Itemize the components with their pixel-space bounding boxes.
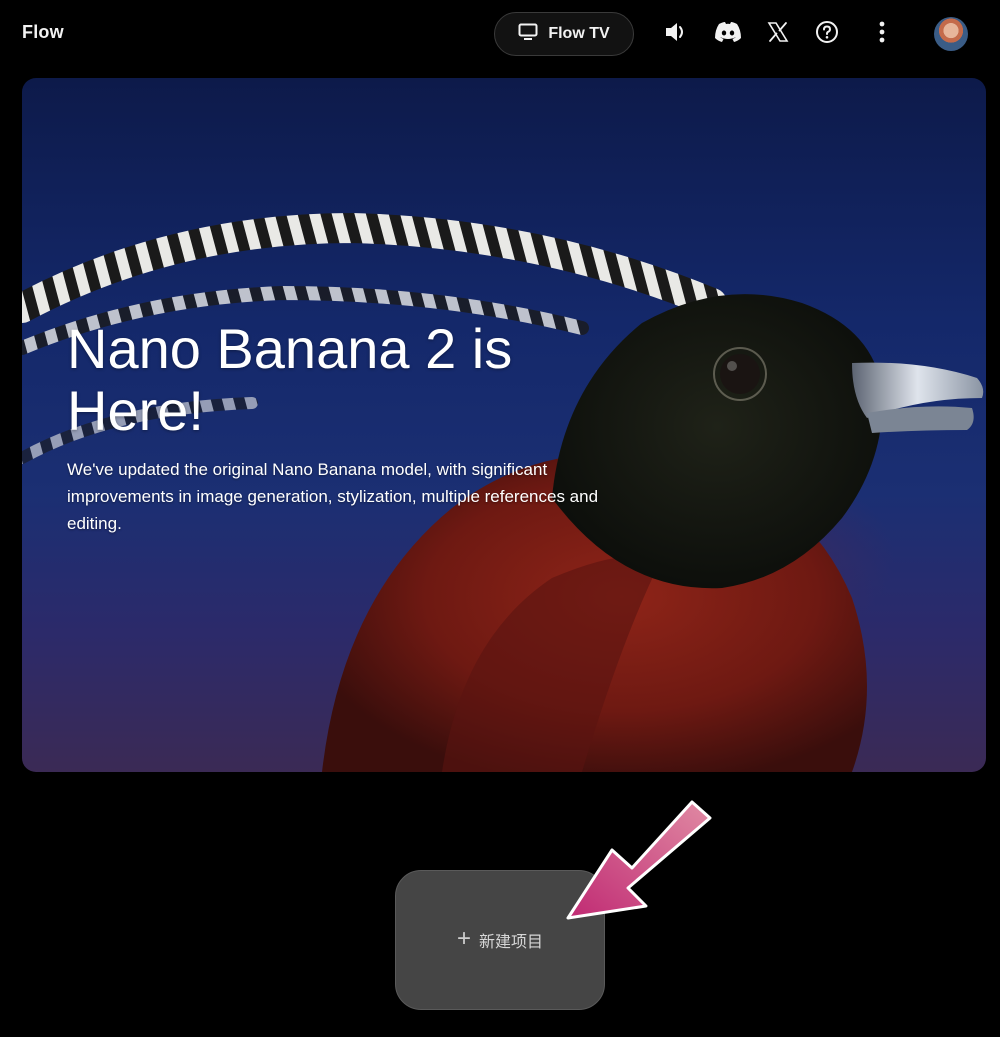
new-project-label: 新建项目 bbox=[479, 932, 544, 951]
tv-icon bbox=[518, 23, 538, 46]
hero-description: We've updated the original Nano Banana m… bbox=[67, 460, 599, 533]
avatar[interactable] bbox=[934, 17, 968, 51]
volume-icon bbox=[664, 21, 688, 48]
volume-button[interactable] bbox=[660, 18, 692, 50]
flow-tv-button[interactable]: Flow TV bbox=[494, 12, 634, 56]
hero-title: Nano Banana 2 is Here! bbox=[67, 317, 513, 442]
discord-button[interactable] bbox=[712, 18, 744, 50]
plus-icon: + bbox=[456, 925, 471, 952]
help-button[interactable] bbox=[811, 18, 843, 50]
help-icon bbox=[815, 20, 839, 49]
x-button[interactable] bbox=[762, 18, 794, 50]
new-project-button[interactable]: + 新建项目 bbox=[395, 870, 605, 1010]
more-options-button[interactable] bbox=[866, 18, 898, 50]
more-vert-icon bbox=[878, 21, 886, 48]
app-title[interactable]: Flow bbox=[22, 22, 64, 43]
flow-tv-label: Flow TV bbox=[548, 25, 610, 42]
x-icon bbox=[767, 21, 789, 48]
discord-icon bbox=[714, 21, 742, 48]
hero-banner[interactable]: Nano Banana 2 is Here! We've updated the… bbox=[22, 78, 986, 772]
page: Flow Flow TV Nano Banana 2 is Here! We'v… bbox=[0, 0, 1000, 1037]
